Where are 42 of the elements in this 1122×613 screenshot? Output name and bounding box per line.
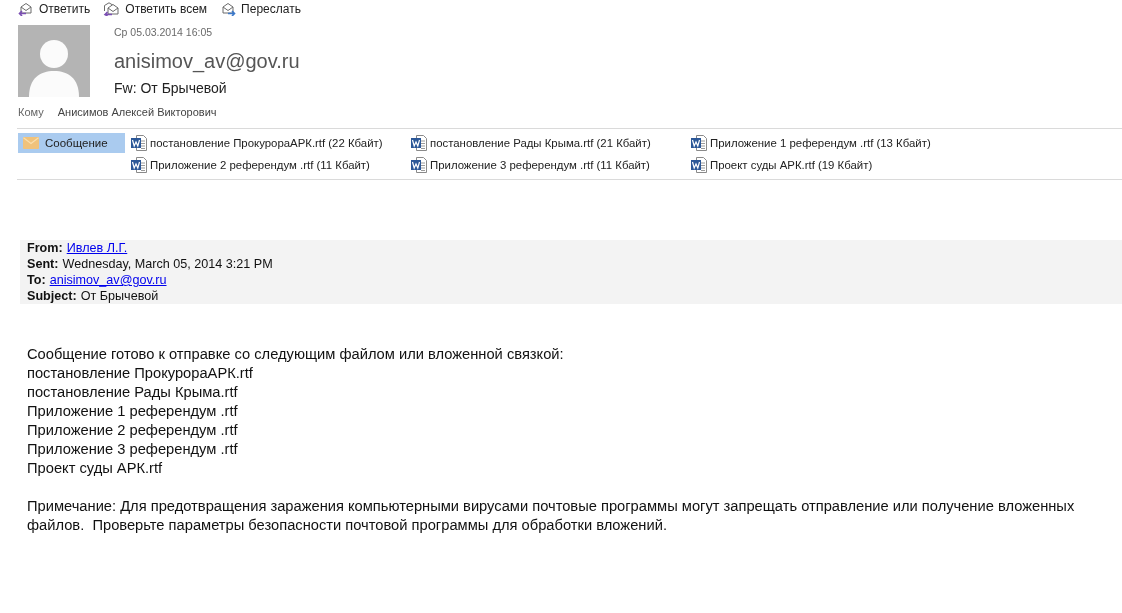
note-text: Примечание: Для предотвращения заражения компьютерными вирусами почтовые программы могут запрещать отправление или получение вложенных файлов. Проверьте параметры безопасности почтовой программы для обработки вложений. — [27, 497, 1076, 535]
reply-all-button[interactable]: Ответить всем — [101, 1, 210, 17]
field-value: От Брычевой — [80, 288, 159, 304]
reply-button[interactable]: Ответить — [16, 1, 93, 17]
file-name: Приложение 1 референдум .rtf — [27, 402, 238, 421]
sender-address: anisimov_av@gov.ru — [114, 49, 300, 74]
attachment-item[interactable]: Приложение 1 референдум .rtf (13 Кбайт) — [691, 133, 934, 153]
field-label: Sent: — [27, 256, 59, 272]
field-link[interactable]: anisimov_av@gov.ru — [49, 272, 167, 288]
avatar-icon — [18, 25, 90, 97]
field-label: From: — [27, 240, 63, 256]
attachment-item[interactable]: постановление Рады Крыма.rtf (21 Кбайт) — [411, 133, 654, 153]
file-name: постановление Рады Крыма.rtf — [27, 383, 238, 402]
attachment-item[interactable]: Проект суды АРК.rtf (19 Кбайт) — [691, 155, 876, 175]
document-icon — [411, 157, 427, 173]
document-icon — [691, 135, 707, 151]
document-icon — [131, 157, 147, 173]
file-name: постановление ПрокурораАРК.rtf — [27, 364, 253, 383]
message-subject: Fw: От Брычевой — [114, 79, 228, 97]
recipient-label: Кому — [18, 106, 44, 119]
attachment-item[interactable]: Приложение 2 референдум .rtf (11 Кбайт) — [131, 155, 373, 175]
attachment-item[interactable]: постановление ПрокурораАРК.rtf (22 Кбайт) — [131, 133, 386, 153]
field-label: To: — [27, 272, 46, 288]
field-value: Wednesday, March 05, 2014 3:21 PM — [62, 256, 273, 272]
file-name: Приложение 3 референдум .rtf — [27, 440, 238, 459]
envelopes-left-arrow-icon — [103, 2, 121, 16]
document-icon — [411, 135, 427, 151]
field-label: Subject: — [27, 288, 77, 304]
forward-button[interactable]: Переслать — [218, 1, 303, 17]
recipient-name: Анисимов Алексей Викторович — [57, 106, 217, 119]
document-icon — [691, 157, 707, 173]
envelope-right-arrow-icon — [220, 2, 237, 16]
attachment-item[interactable]: Сообщение — [18, 133, 125, 153]
file-name: Приложение 2 референдум .rtf — [27, 421, 238, 440]
body-text: Сообщение готово к отправке со следующим файлом или вложенной связкой: — [27, 345, 564, 364]
sent-date: Ср 05.03.2014 16:05 — [114, 26, 214, 39]
attachment-item[interactable]: Приложение 3 референдум .rtf (11 Кбайт) — [411, 155, 653, 175]
field-link[interactable]: Ивлев Л.Г. — [66, 240, 128, 256]
document-icon — [131, 135, 147, 151]
envelope-icon — [23, 137, 39, 149]
envelope-left-arrow-icon — [18, 2, 34, 16]
file-name: Проект суды АРК.rtf — [27, 459, 163, 478]
